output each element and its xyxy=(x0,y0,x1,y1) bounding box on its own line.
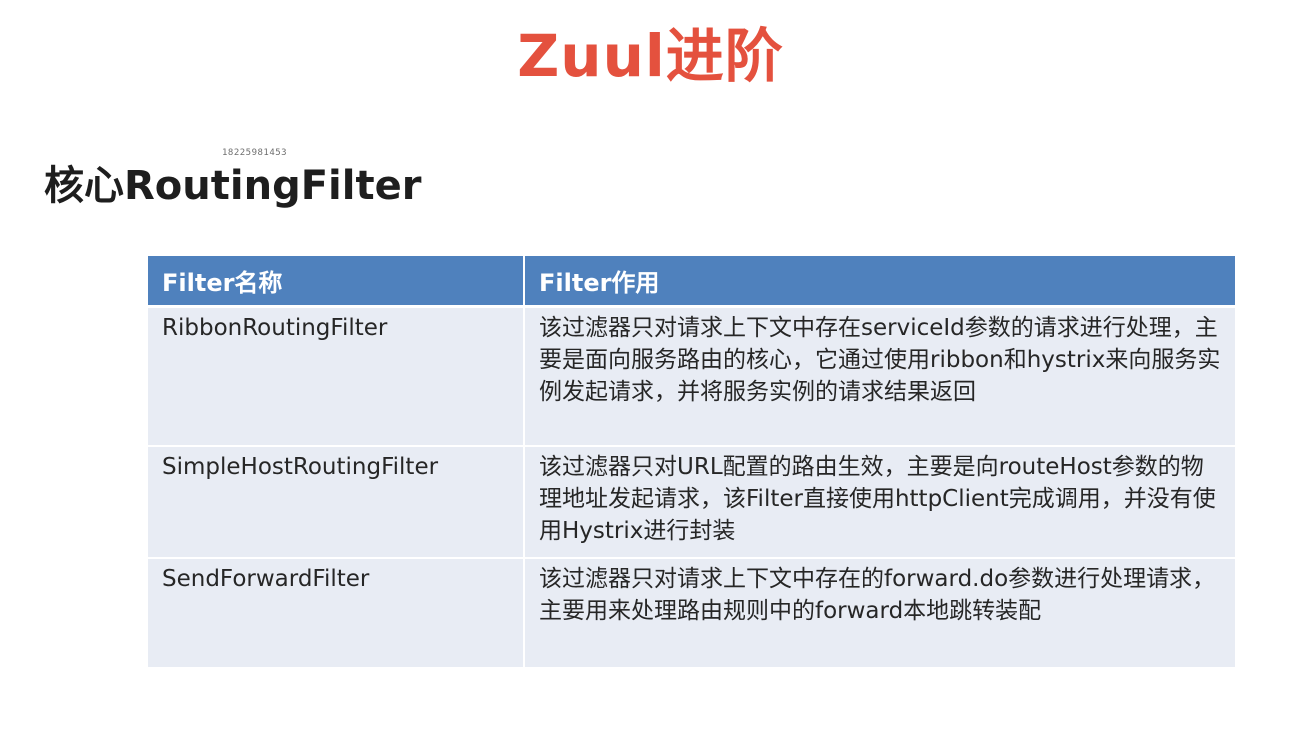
table-header-row: Filter名称 Filter作用 xyxy=(148,256,1235,308)
column-header-filter-purpose: Filter作用 xyxy=(524,256,1235,308)
filter-description-cell: 该过滤器只对请求上下文中存在serviceId参数的请求进行处理，主要是面向服务… xyxy=(524,305,1235,446)
filter-name-cell: RibbonRoutingFilter xyxy=(148,305,525,446)
filter-description-cell: 该过滤器只对请求上下文中存在的forward.do参数进行处理请求，主要用来处理… xyxy=(524,557,1235,667)
table-row: RibbonRoutingFilter 该过滤器只对请求上下文中存在servic… xyxy=(148,305,1235,446)
filter-description-cell: 该过滤器只对URL配置的路由生效，主要是向routeHost参数的物理地址发起请… xyxy=(524,445,1235,558)
column-header-filter-name: Filter名称 xyxy=(148,256,525,308)
watermark-text: 18225981453 xyxy=(222,148,288,158)
filter-table: Filter名称 Filter作用 RibbonRoutingFilter 该过… xyxy=(148,256,1235,667)
slide-title: Zuul进阶 xyxy=(517,22,784,90)
filter-name-cell: SimpleHostRoutingFilter xyxy=(148,445,525,558)
table-row: SendForwardFilter 该过滤器只对请求上下文中存在的forward… xyxy=(148,557,1235,667)
filter-name-cell: SendForwardFilter xyxy=(148,557,525,667)
section-heading: 核心RoutingFilter xyxy=(44,163,422,209)
table-row: SimpleHostRoutingFilter 该过滤器只对URL配置的路由生效… xyxy=(148,445,1235,558)
